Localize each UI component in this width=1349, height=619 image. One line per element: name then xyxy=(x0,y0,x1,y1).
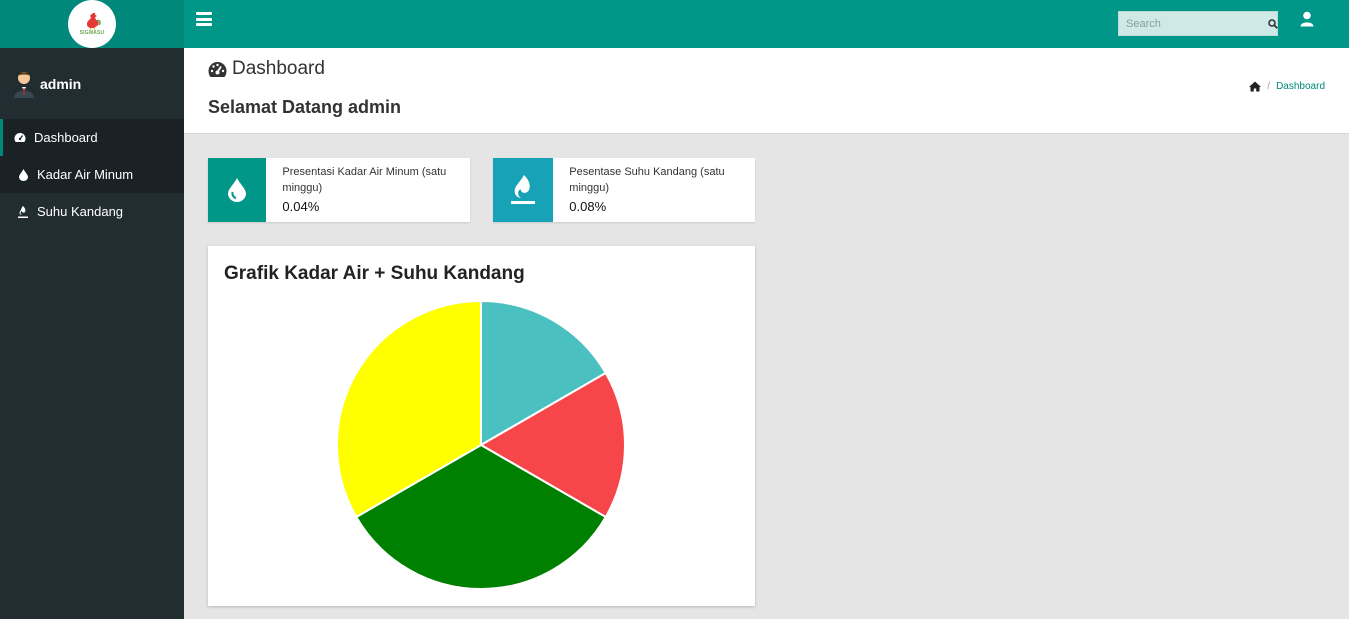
brand-bar: SIGMASU xyxy=(0,0,184,48)
page-title: Dashboard xyxy=(208,58,325,80)
sidebar-toggle-button[interactable] xyxy=(196,12,212,26)
user-avatar-icon xyxy=(14,71,34,98)
sidebar: SIGMASU admin Dashboard Kadar Air Minum xyxy=(0,0,184,619)
user-name: admin xyxy=(40,75,82,92)
sidebar-item-label: Dashboard xyxy=(34,130,98,145)
breadcrumb-dashboard[interactable]: Dashboard xyxy=(1276,81,1325,92)
tint-icon xyxy=(17,168,29,181)
page-title-text: Dashboard xyxy=(232,58,325,79)
top-navbar xyxy=(184,0,1349,48)
fire-icon xyxy=(17,205,29,218)
content-header: Dashboard Selamat Datang admin / Dashboa… xyxy=(184,48,1349,134)
user-icon[interactable] xyxy=(1300,11,1314,27)
tachometer-icon xyxy=(208,61,227,77)
hamburger-icon xyxy=(196,12,212,15)
logo-text: SIGMASU xyxy=(79,30,105,36)
breadcrumb-separator: / xyxy=(1267,81,1271,92)
user-panel: admin xyxy=(0,48,184,119)
sidebar-item-label: Suhu Kandang xyxy=(37,204,124,219)
sidebar-menu: Dashboard Kadar Air Minum Suhu Kandang xyxy=(0,119,184,230)
info-box-value: 0.08% xyxy=(569,199,607,214)
info-box-label: Pesentase Suhu Kandang (satu minggu) xyxy=(569,166,725,194)
sidebar-item-dashboard[interactable]: Dashboard xyxy=(0,119,184,156)
welcome-message: Selamat Datang admin xyxy=(208,97,402,117)
info-box-icon xyxy=(208,158,267,222)
info-box-suhu-kandang: Pesentase Suhu Kandang (satu minggu) 0.0… xyxy=(493,158,755,222)
search-input[interactable] xyxy=(1119,12,1268,35)
info-box-kadar-air: Presentasi Kadar Air Minum (satu minggu)… xyxy=(208,158,470,222)
search-icon xyxy=(1268,18,1278,29)
tint-icon xyxy=(228,178,247,202)
rooster-icon xyxy=(86,12,101,30)
search-form xyxy=(1118,11,1278,36)
search-button[interactable] xyxy=(1268,12,1278,35)
pie-chart xyxy=(336,299,626,590)
info-box-value: 0.04% xyxy=(282,199,320,214)
info-box-label: Presentasi Kadar Air Minum (satu minggu) xyxy=(282,166,447,194)
sidebar-item-suhu-kandang[interactable]: Suhu Kandang xyxy=(0,193,184,230)
chart-card: Grafik Kadar Air + Suhu Kandang xyxy=(208,246,755,606)
app-logo[interactable]: SIGMASU xyxy=(68,0,116,48)
tachometer-icon xyxy=(14,132,26,144)
sidebar-item-label: Kadar Air Minum xyxy=(37,167,134,182)
breadcrumb: / Dashboard xyxy=(1249,81,1325,92)
info-box-icon xyxy=(493,158,554,222)
home-icon[interactable] xyxy=(1249,81,1262,92)
sidebar-item-kadar-air-minum[interactable]: Kadar Air Minum xyxy=(0,156,184,193)
fire-icon xyxy=(511,175,536,204)
